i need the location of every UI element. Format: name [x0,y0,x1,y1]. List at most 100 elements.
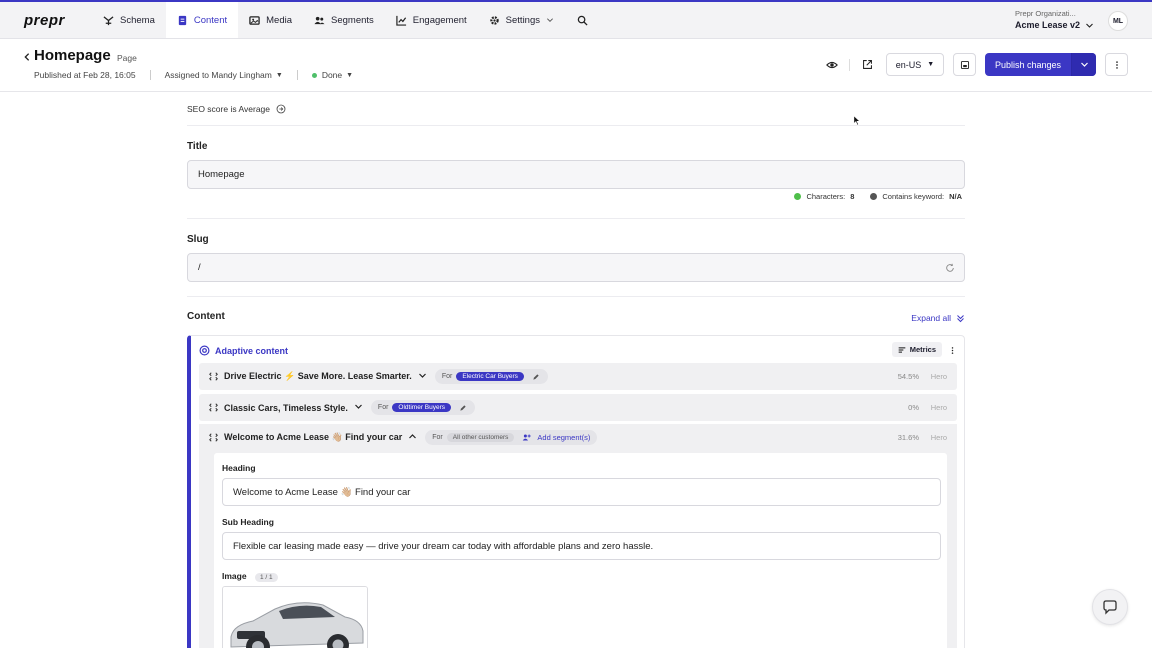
save-icon [960,60,969,69]
help-chat-button[interactable] [1092,589,1128,625]
variant-title: Drive Electric ⚡ Save More. Lease Smarte… [224,371,412,381]
pencil-icon[interactable] [532,373,540,381]
more-options-button[interactable] [1105,53,1128,76]
title-counters: Characters: 8 Contains keyword: N/A [794,192,962,201]
characters-counter: Characters: 8 [794,192,854,201]
avatar[interactable]: ML [1108,11,1128,31]
gear-icon [489,15,499,25]
section-divider [187,296,965,297]
chevron-left-icon [24,53,30,61]
nav-item-label: Media [266,14,293,26]
preview-button[interactable] [821,54,843,76]
keyword-value: N/A [949,192,962,201]
save-button[interactable] [953,53,976,76]
content-label: Content [187,311,225,322]
variant-row[interactable]: Drive Electric ⚡ Save More. Lease Smarte… [199,363,957,390]
variant-title: Classic Cars, Timeless Style. [224,402,348,413]
adaptive-content-block: Adaptive content Metrics Drive Electric … [187,335,965,648]
nav-item-engagement[interactable]: Engagement [385,2,478,38]
adaptive-more-button[interactable] [948,344,957,358]
expanded-variant: Welcome to Acme Lease 👋🏼 Find your car F… [199,424,957,648]
pencil-icon[interactable] [459,404,467,412]
segment-selector[interactable]: For Electric Car Buyers [434,369,548,384]
content-icon [178,15,187,25]
media-icon [249,15,260,25]
metrics-label: Metrics [909,345,936,354]
nav-item-label: Segments [331,14,374,26]
nav-item-label: Content [193,14,228,26]
open-external-button[interactable] [856,54,878,76]
variant-percent: 31.6% [897,433,919,442]
refresh-icon[interactable] [945,263,955,273]
nav-item-segments[interactable]: Segments [303,2,385,38]
org-label: Prepr Organizati... [1014,9,1076,18]
characters-label: Characters: [806,192,846,201]
nav-item-content[interactable]: Content [165,2,239,38]
published-at: Published at Feb 28, 16:05 [34,70,136,80]
metrics-button[interactable]: Metrics [891,342,942,357]
slug-input[interactable]: / [187,253,965,282]
subheading-input[interactable]: Flexible car leasing made easy — drive y… [222,532,941,560]
variant-row[interactable]: Welcome to Acme Lease 👋🏼 Find your car F… [199,424,957,451]
search-button[interactable] [565,2,600,38]
for-label: For [432,434,443,441]
schema-icon [103,15,114,25]
expand-all-button[interactable]: Expand all [911,313,965,323]
chevron-down-icon [1086,23,1093,28]
nav-item-media[interactable]: Media [238,2,303,38]
org-name-text: Acme Lease v2 [1014,20,1080,30]
search-icon [577,15,588,26]
for-label: For [377,404,389,411]
nav-item-settings[interactable]: Settings [478,2,565,38]
chevron-down-icon [1080,62,1088,67]
car-image [223,587,367,648]
page-type-label: Page [117,53,137,63]
chevron-up-icon[interactable] [408,432,417,443]
more-vertical-icon [951,347,954,354]
chevron-down-icon[interactable] [418,371,427,382]
nav-item-label: Settings [505,14,540,26]
locale-value: en-US [895,59,922,70]
drag-handle-icon[interactable] [209,433,218,442]
assignee-dropdown[interactable]: Assigned to Mandy Lingham ▼ [165,70,283,80]
prepr-logo[interactable]: prepr [24,12,74,29]
slug-label: Slug [187,234,209,245]
variant-percent: 0% [908,403,919,412]
title-input[interactable]: Homepage [187,160,965,189]
more-vertical-icon [1115,60,1118,69]
chat-bubble-icon [1103,600,1117,615]
assignee-text: Assigned to Mandy Lingham [164,70,272,80]
nav-item-schema[interactable]: Schema [92,2,166,38]
segment-pill: All other customers [446,433,515,442]
variant-row[interactable]: Classic Cars, Timeless Style. For Oldtim… [199,394,957,421]
segment-selector[interactable]: For All other customers Add segment(s) [425,430,598,445]
heading-input[interactable]: Welcome to Acme Lease 👋🏼 Find your car [222,478,941,506]
top-navigation: prepr Schema Content Media Segments Enga… [0,2,1152,39]
engagement-icon [396,15,406,26]
subheading-label: Sub Heading [222,517,274,527]
section-divider [187,218,965,219]
segment-pill: Electric Car Buyers [456,372,524,381]
publish-options-button[interactable] [1072,53,1096,76]
mouse-cursor [853,115,861,129]
page-meta: Published at Feb 28, 16:05 Assigned to M… [34,70,353,80]
expand-all-text: Expand all [911,313,951,323]
variant-kind: Hero [930,433,947,442]
drag-handle-icon[interactable] [209,372,218,381]
publish-changes-button[interactable]: Publish changes [985,53,1072,76]
characters-status-icon [794,193,802,200]
add-segment-button[interactable]: Add segment(s) [537,433,590,442]
drag-handle-icon[interactable] [209,403,218,412]
back-button[interactable] [22,51,32,65]
org-name: Acme Lease v2 [1015,20,1094,30]
seo-score[interactable]: SEO score is Average [187,104,286,114]
organization-switcher[interactable]: Prepr Organizati... Acme Lease v2 [1015,9,1094,30]
status-dropdown[interactable]: Done ▼ [311,70,353,80]
adaptive-icon [199,345,210,356]
chevron-down-icon[interactable] [354,402,363,413]
segment-selector[interactable]: For Oldtimer Buyers [370,400,476,415]
nav-items: Schema Content Media Segments Engagement… [92,2,600,38]
locale-select[interactable]: en-US ▼ [886,53,944,76]
car-image-thumbnail[interactable] [222,586,368,648]
image-count-badge: 1 / 1 [254,573,278,582]
